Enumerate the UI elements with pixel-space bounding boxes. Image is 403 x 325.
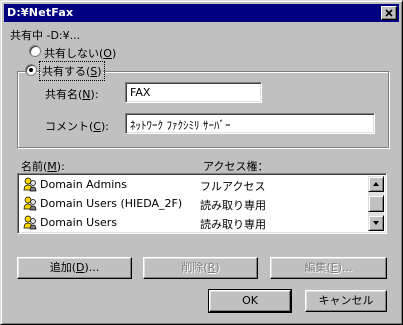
- edit-button[interactable]: 編集(E)...: [270, 257, 387, 279]
- scroll-down-arrow-icon: [373, 221, 379, 225]
- user-group-icon: [23, 196, 37, 211]
- share-dialog: D:¥NetFax 共有中 -D:¥... 共有しない(O) 共有する(S) 共…: [0, 0, 403, 325]
- access-column-header: アクセス権：: [203, 160, 269, 173]
- permissions-list[interactable]: Domain Admins フルアクセス Domain Users (HIEDA…: [17, 173, 387, 234]
- share-name-label: 共有名(N):: [45, 88, 99, 101]
- comment-input[interactable]: ﾈｯﾄﾜｰｸ ﾌｧｸｼﾐﾘ ｻｰﾊﾞｰ: [125, 113, 375, 134]
- add-button[interactable]: 追加(D)...: [17, 257, 132, 279]
- user-name: Domain Users: [40, 216, 117, 229]
- share-name-input[interactable]: FAX: [125, 82, 262, 103]
- user-group-icon: [23, 215, 37, 230]
- user-name: Domain Users (HIEDA_2F): [40, 197, 183, 210]
- list-item[interactable]: Domain Users 読み取り専用: [20, 213, 370, 232]
- list-item[interactable]: Domain Users (HIEDA_2F) 読み取り専用: [20, 194, 370, 213]
- scroll-up-arrow-icon: [373, 182, 379, 186]
- user-access: 読み取り専用: [200, 218, 266, 231]
- close-button[interactable]: [381, 6, 397, 20]
- user-access: 読み取り専用: [200, 199, 266, 212]
- user-group-icon: [23, 177, 37, 192]
- close-icon: [385, 9, 393, 17]
- remove-button[interactable]: 削除(R): [143, 257, 258, 279]
- not-shared-radio[interactable]: [29, 45, 41, 57]
- shared-radio[interactable]: [25, 64, 37, 76]
- share-status-label: 共有中 -D:¥...: [10, 29, 81, 42]
- list-scrollbar[interactable]: [368, 176, 384, 231]
- cancel-button[interactable]: キャンセル: [305, 290, 387, 312]
- scroll-thumb[interactable]: [368, 195, 384, 212]
- name-column-header: 名前(M):: [21, 160, 65, 173]
- user-access: フルアクセス: [200, 180, 266, 193]
- title-bar[interactable]: D:¥NetFax: [4, 4, 399, 22]
- shared-label[interactable]: 共有する(S): [39, 61, 105, 81]
- window-title: D:¥NetFax: [7, 6, 74, 19]
- list-item[interactable]: Domain Admins フルアクセス: [20, 175, 370, 194]
- not-shared-label[interactable]: 共有しない(O): [44, 45, 116, 61]
- ok-button[interactable]: OK: [208, 289, 292, 313]
- comment-label: コメント(C):: [45, 120, 109, 133]
- scroll-up-button[interactable]: [368, 176, 384, 192]
- scroll-down-button[interactable]: [368, 215, 384, 231]
- user-name: Domain Admins: [40, 178, 127, 191]
